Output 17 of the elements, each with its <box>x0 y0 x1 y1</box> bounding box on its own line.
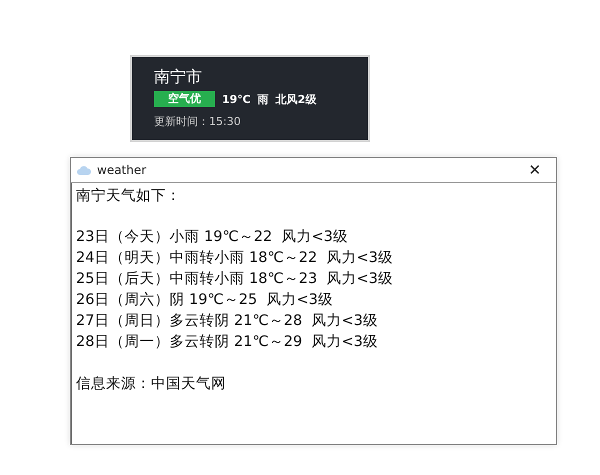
forecast-line: 24日（明天）中雨转小雨 18℃～22 风力<3级 <box>76 249 394 268</box>
forecast-line: 25日（后天）中雨转小雨 18℃～23 风力<3级 <box>76 270 394 289</box>
wind-text: 北风2级 <box>276 92 316 106</box>
condition-text: 雨 <box>258 92 269 106</box>
forecast-line: 27日（周日）多云转阴 21℃～28 风力<3级 <box>76 312 379 331</box>
report-heading: 南宁天气如下： <box>76 186 182 206</box>
air-quality-badge: 空气优 <box>154 91 215 107</box>
update-time: 更新时间：15:30 <box>154 114 242 129</box>
temperature-text: 19℃ <box>222 92 251 106</box>
city-name: 南宁市 <box>154 67 203 87</box>
close-button[interactable]: ✕ <box>520 159 550 181</box>
window-title: weather <box>97 163 148 177</box>
forecast-line: 28日（周一）多云转阴 21℃～29 风力<3级 <box>76 333 379 352</box>
forecast-line: 26日（周六）阴 19℃～25 风力<3级 <box>76 290 334 310</box>
source-text: 信息来源：中国天气网 <box>76 375 227 394</box>
cloud-icon <box>77 166 91 174</box>
forecast-line: 23日（今天）小雨 19℃～22 风力<3级 <box>76 228 349 247</box>
